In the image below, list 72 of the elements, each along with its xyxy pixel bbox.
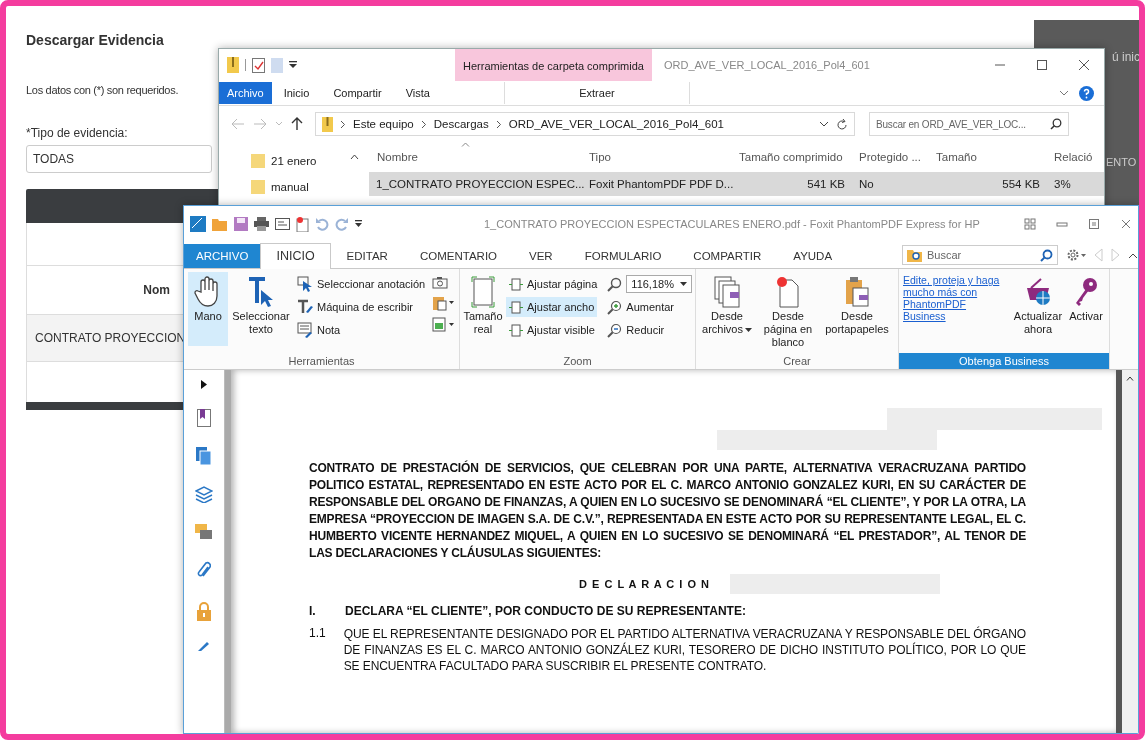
context-ribbon-tab[interactable]: Extraer [503,82,690,104]
panel-text: ú inic [1112,50,1139,64]
tool-button[interactable]: Seleccionar texto [232,272,290,346]
fit-button[interactable]: Ajustar ancho [506,297,598,317]
nav-folder[interactable]: 21 enero [271,155,317,167]
ribbon-tab[interactable]: COMPARTIR [677,243,778,268]
file-name: 1_CONTRATO PROYECCION ESPEC... [376,178,585,190]
window-title: ORD_AVE_VER_LOCAL_2016_Pol4_601 [663,59,870,71]
search-field[interactable]: Buscar [902,245,1058,265]
zoom-in-button[interactable]: Aumentar [604,297,678,317]
column-header[interactable]: Tamaño [928,151,1046,163]
activate-button[interactable]: Activar [1067,272,1105,346]
breadcrumb[interactable]: Descargas [433,118,489,130]
ribbon-tab[interactable]: VER [513,243,569,268]
clause-number: 1.1 [309,626,326,642]
panel-text: ENTO [1106,156,1137,168]
address-bar[interactable]: Este equipo Descargas ORD_AVE_VER_LOCAL_2016_Pol4_601 [315,112,855,136]
ribbon-tab[interactable]: FORMULARIO [568,243,678,268]
column-header[interactable]: Protegido ... [851,151,928,163]
ribbon-tab[interactable]: INICIO [260,243,331,269]
ribbon-tab[interactable]: COMENTARIO [403,243,514,268]
create-button[interactable]: Desde archivos [700,272,754,346]
section-title: DECLARA “EL CLIENTE”, POR CONDUCTO DE SU REPRESENTANTE: [345,604,746,618]
page-title: Descargar Evidencia [26,32,164,48]
group-label: Obtenga Business [899,353,1109,369]
column-header[interactable]: Tamaño comprimido [731,151,851,163]
evidence-type-select[interactable]: TODAS [26,145,212,173]
ribbon-tab[interactable]: Inicio [271,82,322,104]
field-label: *Tipo de evidencia: [26,126,128,140]
file-size: 554 KB [1001,178,1041,190]
group-label: Zoom [562,354,593,369]
search-field[interactable]: Buscar en ORD_AVE_VER_LOC... [869,112,1069,136]
fit-button[interactable]: Ajustar visible [506,320,598,340]
breadcrumb[interactable]: Este equipo [353,118,414,130]
upgrade-link[interactable]: Edite, proteja y haga mucho más con PhantomPDF Business [903,272,1009,322]
tool-button[interactable]: Nota [294,320,344,340]
protected-value: No [858,178,875,190]
fit-button[interactable]: Ajustar página [506,274,601,294]
file-tab[interactable]: Archivo [219,82,272,104]
ribbon-tab[interactable]: EDITAR [330,243,404,268]
file-row[interactable]: 1_CONTRATO PROYECCION ESPEC... Foxit PhantomPDF PDF D... 541 KB No 554 KB 3% [369,172,1104,196]
nav-folder[interactable]: manual [271,181,309,193]
compressed-size: 541 KB [806,178,846,190]
ribbon-tab[interactable]: Vista [393,82,442,104]
actual-size-button[interactable]: Tamaño real [464,272,502,346]
clause-text: QUE EL REPRESENTANTE DESIGNADO POR EL PARTIDO ALTERNATIVA VERACRUZANA Y RESPONSABLE DEL ÓRGANO DE FINANZAS ES EL C. MARCO ANTONIO GONZÁLEZ KURI, TESORERO DE DICHO INSTITUTO POLÍTICO, POR LO QUE SE ENCUENTRA FACULTADO PARA SUSCRIBIR EL PRESENTE CONTRATO. [343,626,1026,674]
ribbon-tab[interactable]: AYUDA [777,243,849,268]
zoom-dropdown[interactable]: 116,18% [626,275,693,293]
upgrade-button[interactable]: Actualizar ahora [1012,272,1064,346]
tool-button[interactable]: Seleccionar anotación [294,274,429,294]
window-title: 1_CONTRATO PROYECCION ESPECTACULARES ENERO.pdf - Foxit PhantomPDF Express for HP [484,218,980,230]
context-tab-header: Herramientas de carpeta comprimida [455,49,652,81]
column-header[interactable]: Relació [1046,151,1104,163]
zoom-out-button[interactable]: Reducir [604,320,668,340]
create-button[interactable]: Desde portapapeles [822,272,892,346]
table-cell: CONTRATO PROYECCION [35,331,186,345]
ribbon-tab[interactable]: Compartir [321,82,394,104]
contract-paragraph: CONTRATO DE PRESTACIÓN DE SERVICIOS, QUE CELEBRAN POR UNA PARTE, ALTERNATIVA VERACRUZANA PARTIDO POLITICO ESTATAL, REPRESENTADO EN ESTE ACTO POR EL C. MARCO ANTONIO GONZALEZ KURI, EN SU CARÁCTER DE RESPONSABLE DEL ORGANO DE FINANZAS, A QUIEN EN LO SUCESIVO SE DENOMINARÁ “EL CLIENTE”, Y POR LA OTRA, LA EMPRESA “PROYECCION DE IMAGEN S.A. DE C.V.”, REPRESENTADA EN ESTE ACTO POR SU REPRESENTANTE LEGAL, EL C. HUMBERTO VICENTE HERNANDEZ MIQUEL, A QUIEN EN LO SUCESIVO SE DENOMINARÁ “EL PRESTADOR”, AL TENOR DE LAS DECLARACIONES Y CLÁUSULAS SIGUIENTES: [309,460,1026,562]
section-heading: D E C L A R A C I O N [579,578,710,590]
file-tab[interactable]: ARCHIVO [184,244,261,268]
group-label: Herramientas [287,354,356,369]
column-header: Nom [142,283,170,297]
tool-button[interactable]: Máquina de escribir [294,297,416,317]
column-header[interactable]: Nombre [369,151,581,163]
group-label: Crear [782,354,812,369]
create-button[interactable]: Desde página en blanco [758,272,818,353]
column-header[interactable]: Tipo [581,151,731,163]
tool-button[interactable]: Mano [188,272,228,346]
breadcrumb[interactable]: ORD_AVE_VER_LOCAL_2016_Pol4_601 [508,118,724,130]
compression-ratio: 3% [1053,178,1072,190]
section-number: I. [309,604,317,618]
required-note: Los datos con (*) son requeridos. [26,84,179,96]
